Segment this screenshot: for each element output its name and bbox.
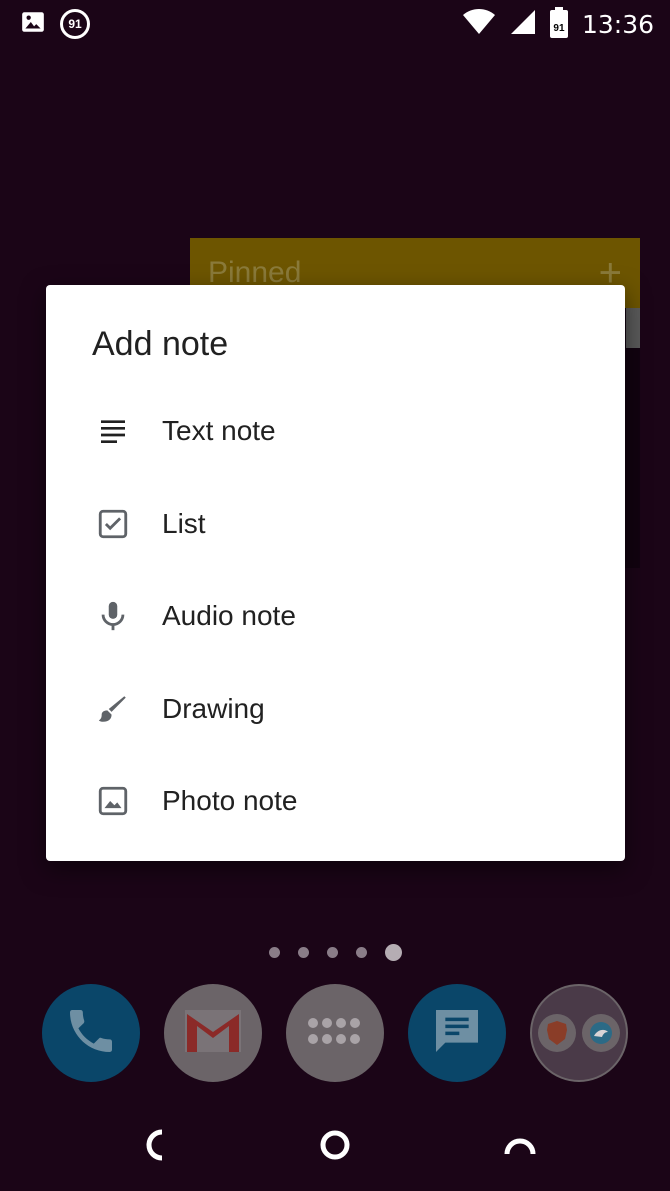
menu-item-audio-note[interactable]: Audio note [46,570,625,663]
page-dot-active[interactable] [384,944,402,961]
checkbox-icon [96,507,130,541]
menu-item-list[interactable]: List [46,478,625,571]
page-dot[interactable] [326,947,338,958]
recents-button[interactable] [503,1128,537,1162]
page-dot[interactable] [297,947,309,958]
page-dot[interactable] [355,947,367,958]
microphone-icon [96,599,130,633]
image-icon [96,784,130,818]
dialog-title: Add note [92,325,229,363]
brush-icon [96,692,130,726]
brave-browser-icon [538,1014,576,1052]
menu-item-label: Audio note [162,600,296,632]
notification-count-badge: 91 [60,9,90,39]
cell-signal-icon [510,9,536,40]
phone-icon [63,1003,119,1064]
gallery-notification-icon [20,9,46,40]
text-lines-icon [96,414,130,448]
widget-scrollbar [626,308,640,348]
messages-icon [429,1003,485,1064]
back-button[interactable] [140,1128,174,1162]
app-drawer-button[interactable] [286,984,384,1082]
menu-item-photo-note[interactable]: Photo note [46,755,625,848]
page-dot[interactable] [268,947,280,958]
messages-app-button[interactable] [408,984,506,1082]
home-button[interactable] [318,1128,352,1162]
menu-item-label: Drawing [162,692,265,724]
navigation-bar [0,1100,670,1191]
wifi-icon [462,8,496,40]
battery-icon: 91 [549,7,568,38]
menu-item-drawing[interactable]: Drawing [46,663,625,756]
app-dock [0,984,670,1082]
phone-app-button[interactable] [42,984,140,1082]
status-bar: 91 91 13:36 [0,0,670,48]
menu-item-label: Text note [162,415,276,447]
clock: 13:36 [581,9,654,39]
gmail-app-button[interactable] [164,984,262,1082]
add-note-menu: Text note List Audio note Drawing Photo … [46,385,625,848]
add-note-dialog: Add note Text note List Audio note Drawi… [46,285,625,861]
kiwi-browser-icon [582,1014,620,1052]
menu-item-text-note[interactable]: Text note [46,385,625,478]
page-indicator [0,944,670,961]
app-drawer-icon [305,1015,365,1052]
gmail-icon [183,1008,243,1059]
menu-item-label: Photo note [162,785,298,817]
app-folder-button[interactable] [530,984,628,1082]
menu-item-label: List [162,507,206,539]
